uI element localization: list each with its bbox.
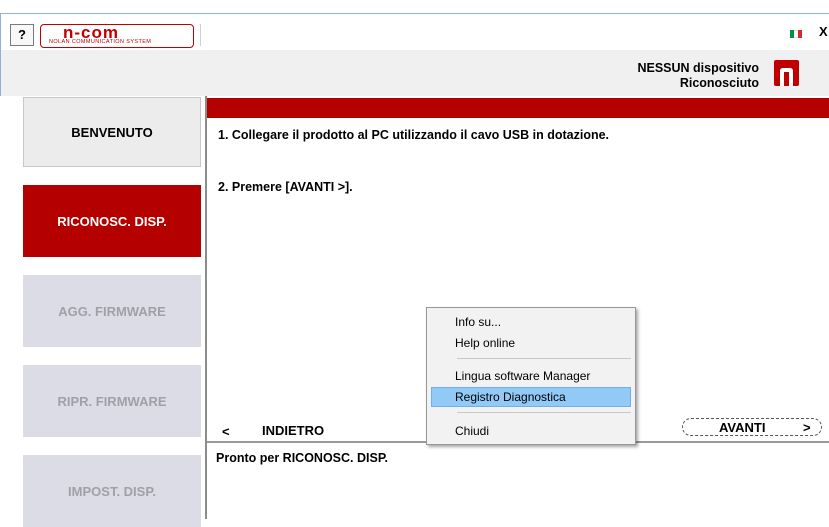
step-riconosc-disp[interactable]: RICONOSC. DISP. <box>23 185 201 257</box>
back-label: INDIETRO <box>262 423 325 438</box>
window-top-border <box>0 13 829 14</box>
menu-item-label: Chiudi <box>455 424 490 438</box>
step-agg-firmware: AGG. FIRMWARE <box>23 275 201 347</box>
sidebar: BENVENUTO RICONOSC. DISP. AGG. FIRMWARE … <box>0 96 205 527</box>
context-menu: Info su... Help online Lingua software M… <box>426 307 636 445</box>
instruction-2: 2. Premere [AVANTI >]. <box>218 180 353 194</box>
header-divider <box>200 24 201 46</box>
italian-flag-icon[interactable] <box>790 30 802 38</box>
next-button[interactable]: AVANTI > <box>682 418 822 436</box>
status-text: Pronto per RICONOSC. DISP. <box>216 451 389 465</box>
logo-subtitle: NOLAN COMMUNICATION SYSTEM <box>49 39 152 45</box>
device-status: NESSUN dispositivo Riconosciuto <box>637 61 759 91</box>
menu-item-info[interactable]: Info su... <box>431 312 631 332</box>
instruction-1: 1. Collegare il prodotto al PC utilizzan… <box>218 128 610 142</box>
back-arrow-icon: < <box>222 424 230 439</box>
menu-item-close[interactable]: Chiudi <box>431 421 631 441</box>
step-label: RICONOSC. DISP. <box>57 213 167 229</box>
menu-item-label: Lingua software Manager <box>455 369 591 383</box>
step-label: AGG. FIRMWARE <box>58 303 166 319</box>
step-benvenuto[interactable]: BENVENUTO <box>23 97 201 167</box>
help-button[interactable]: ? <box>10 24 34 46</box>
menu-item-language[interactable]: Lingua software Manager <box>431 366 631 386</box>
title-bar <box>207 98 829 118</box>
step-impost-disp: IMPOST. DISP. <box>23 455 201 527</box>
step-label: RIPR. FIRMWARE <box>57 393 167 409</box>
device-status-line2: Riconosciuto <box>679 76 759 90</box>
menu-item-help-online[interactable]: Help online <box>431 333 631 353</box>
device-icon <box>774 60 799 86</box>
menu-item-label: Info su... <box>455 315 502 329</box>
main-panel-border <box>205 96 207 519</box>
menu-separator <box>457 412 631 413</box>
step-label: IMPOST. DISP. <box>68 483 156 499</box>
next-label: AVANTI <box>719 420 766 435</box>
menu-separator <box>457 358 631 359</box>
ncom-logo: n-com NOLAN COMMUNICATION SYSTEM <box>40 23 194 48</box>
step-label: BENVENUTO <box>71 124 153 140</box>
step-ripr-firmware: RIPR. FIRMWARE <box>23 365 201 437</box>
menu-item-diagnostic-log[interactable]: Registro Diagnostica <box>431 387 631 407</box>
menu-item-label: Registro Diagnostica <box>455 390 566 404</box>
close-button[interactable]: X <box>819 24 828 39</box>
next-arrow-icon: > <box>803 420 811 435</box>
menu-item-label: Help online <box>455 336 516 350</box>
device-status-line1: NESSUN dispositivo <box>637 61 759 75</box>
